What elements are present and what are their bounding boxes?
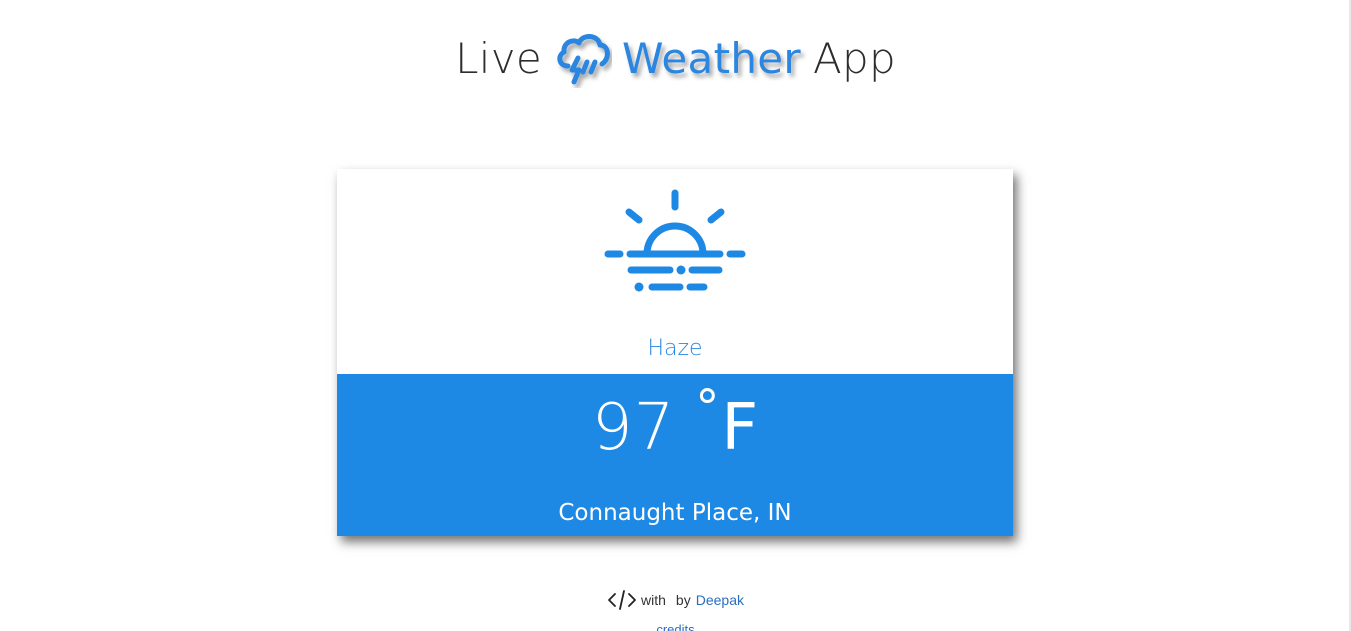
weather-card-top: Haze bbox=[337, 169, 1013, 374]
title-word-live: Live bbox=[455, 33, 543, 83]
author-link[interactable]: Deepak bbox=[696, 592, 744, 608]
app-title: Live Weather App bbox=[0, 28, 1351, 88]
cloud-rain-lightning-icon bbox=[554, 28, 612, 88]
footer-attribution: with by Deepak bbox=[0, 588, 1351, 612]
location-label: Connaught Place, IN bbox=[558, 500, 792, 526]
haze-sun-icon bbox=[604, 189, 746, 292]
footer-by-text: by bbox=[675, 592, 691, 608]
temperature-display: 97 ° F bbox=[337, 380, 1013, 468]
temperature-value: 97 bbox=[591, 391, 676, 465]
degree-symbol: ° bbox=[695, 380, 720, 436]
weather-card-bottom: 97 ° F Connaught Place, IN bbox=[337, 374, 1013, 536]
title-word-weather: Weather bbox=[622, 33, 801, 83]
weather-card: Haze 97 ° F Connaught Place, IN bbox=[337, 169, 1013, 536]
temperature-unit-toggle[interactable]: F bbox=[721, 388, 758, 468]
weather-condition: Haze bbox=[647, 336, 703, 361]
page: Live Weather App Haze 97 ° F Connaught P… bbox=[0, 0, 1351, 631]
title-word-app: App bbox=[812, 33, 896, 83]
code-icon bbox=[608, 590, 636, 610]
footer-with-text: with bbox=[641, 592, 666, 608]
credits-link[interactable]: credits bbox=[0, 622, 1351, 631]
